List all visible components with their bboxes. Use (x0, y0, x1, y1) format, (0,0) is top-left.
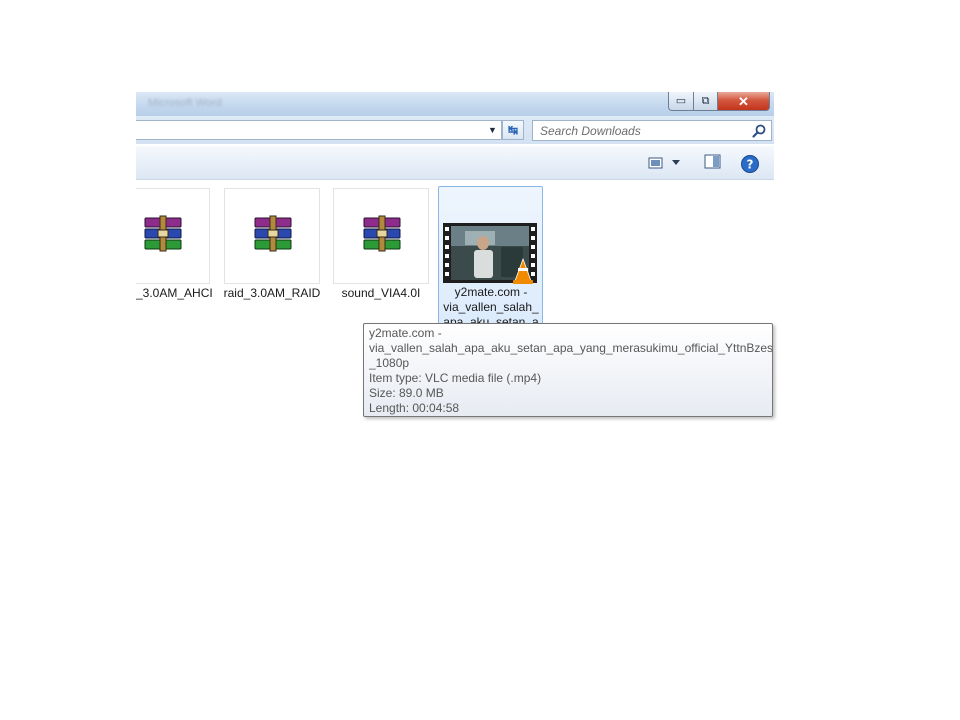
winrar-archive-icon (363, 215, 401, 252)
window-title: Microsoft Word (148, 97, 222, 109)
file-name-line: via_vallen_salah_ (443, 300, 539, 314)
address-path-field[interactable] (136, 120, 502, 140)
file-item[interactable] (333, 188, 429, 284)
file-item[interactable] (224, 188, 320, 284)
tooltip-filename-line: via_vallen_salah_apa_aku_setan_apa_yang_… (369, 341, 772, 355)
command-bar: ? (136, 146, 774, 180)
vlc-video-thumbnail-icon (443, 223, 537, 284)
tooltip-item-type: Item type: VLC media file (.mp4) (369, 371, 542, 385)
file-info-tooltip: y2mate.com - via_vallen_salah_apa_aku_se… (363, 323, 773, 417)
refresh-icon: ↹ (507, 123, 519, 137)
help-icon: ? (741, 155, 759, 173)
change-view-button[interactable] (648, 154, 688, 172)
file-name: raid_3.0AM_RAID (223, 286, 321, 300)
winrar-archive-icon (144, 215, 182, 252)
view-icon (648, 157, 663, 169)
selected-file-item[interactable]: y2mate.com - via_vallen_salah_ apa_aku_s… (438, 186, 543, 326)
chevron-down-icon: ▼ (488, 125, 497, 135)
preview-pane-icon (704, 154, 721, 169)
minimize-button[interactable]: ▭ (668, 92, 694, 111)
file-name: sound_VIA4.0I (341, 286, 421, 300)
preview-pane-button[interactable] (704, 154, 724, 172)
close-icon: ✕ (738, 93, 749, 109)
address-history-dropdown[interactable]: ▼ (483, 120, 502, 140)
search-input[interactable] (533, 121, 750, 140)
tooltip-length: Length: 00:04:58 (369, 401, 460, 415)
tooltip-filename-line: _1080p (369, 356, 410, 370)
address-bar: ▼ ↹ (136, 116, 774, 144)
maximize-button[interactable]: ⧉ (693, 92, 718, 111)
search-icon[interactable] (751, 123, 767, 139)
chevron-down-icon (672, 160, 680, 165)
tooltip-filename-line: y2mate.com - (369, 326, 442, 340)
tooltip-size: Size: 89.0 MB (369, 386, 444, 400)
file-item[interactable] (136, 188, 210, 284)
svg-text:?: ? (747, 158, 754, 172)
restore-icon: ⧉ (701, 94, 710, 107)
minimize-icon: ▭ (675, 94, 687, 107)
file-name-line: y2mate.com - (454, 285, 528, 299)
search-box[interactable] (532, 120, 772, 141)
file-name: y2mate.com - via_vallen_salah_ apa_aku_s… (439, 285, 542, 325)
title-bar[interactable]: Microsoft Word ▭ ⧉ ✕ (136, 92, 774, 116)
refresh-button[interactable]: ↹ (502, 120, 524, 140)
close-button[interactable]: ✕ (717, 92, 770, 111)
help-button[interactable]: ? (740, 154, 760, 174)
winrar-archive-icon (254, 215, 292, 252)
